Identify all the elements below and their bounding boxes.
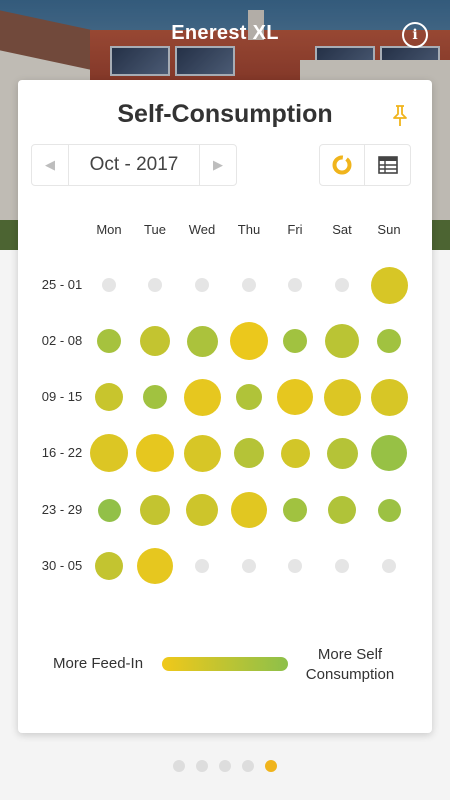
day-consumption-dot[interactable] [325,324,359,358]
day-header-tue: Tue [144,222,166,237]
table-view-button[interactable] [365,145,410,185]
day-header-wed: Wed [188,222,216,237]
page-dot[interactable] [265,760,277,772]
empty-day-dot [288,278,302,292]
chevron-right-icon: ▶ [213,157,223,172]
day-consumption-dot[interactable] [183,434,221,472]
page-dot[interactable] [173,760,185,772]
day-consumption-dot[interactable] [97,498,121,522]
day-consumption-dot[interactable] [277,379,313,415]
table-icon [377,156,398,174]
period-navigator: ◀ Oct - 2017 ▶ [31,144,237,186]
legend-self-consumption-line1: More Self [317,646,383,663]
day-header-mon: Mon [96,222,122,237]
day-consumption-dot[interactable] [140,326,170,356]
day-consumption-dot[interactable] [186,325,218,357]
page-indicator [0,760,450,772]
week-label: 02 - 08 [41,333,83,348]
legend-feed-in-label: More Feed-In [53,655,144,672]
day-consumption-dot[interactable] [97,329,121,353]
day-consumption-dot[interactable] [230,322,268,360]
empty-day-dot [195,278,209,292]
self-consumption-card: Self-Consumption ◀ Oct - 2017 ▶ Mon Tue We… [18,80,432,733]
empty-day-dot [382,559,396,573]
empty-day-dot [335,559,349,573]
day-consumption-dot[interactable] [137,548,173,584]
page-dot[interactable] [219,760,231,772]
day-consumption-dot[interactable] [236,384,262,410]
day-consumption-dot[interactable] [183,378,221,416]
week-label: 30 - 05 [41,558,83,573]
week-label: 25 - 01 [41,277,83,292]
legend-self-consumption-label: More Self Consumption [296,645,404,685]
day-consumption-dot[interactable] [328,496,356,524]
empty-day-dot [242,559,256,573]
day-consumption-dot[interactable] [370,266,408,304]
day-consumption-dot[interactable] [140,495,170,525]
info-button[interactable]: i [402,22,428,48]
empty-day-dot [288,559,302,573]
day-header-sat: Sat [332,222,352,237]
week-label: 16 - 22 [41,445,83,460]
day-consumption-dot[interactable] [283,329,307,353]
donut-view-button[interactable] [320,145,365,185]
legend-self-consumption-line2: Consumption [305,666,395,683]
pin-icon[interactable] [390,104,410,128]
day-header-thu: Thu [237,222,261,237]
empty-day-dot [335,278,349,292]
day-header-fri: Fri [287,222,303,237]
view-toggle [319,144,411,186]
empty-day-dot [195,559,209,573]
week-label: 23 - 29 [41,502,83,517]
week-label: 09 - 15 [41,389,83,404]
day-consumption-dot[interactable] [186,494,218,526]
info-icon: i [412,27,418,43]
day-consumption-dot[interactable] [231,492,267,528]
legend-gradient-bar [162,657,288,671]
page-dot[interactable] [242,760,254,772]
day-consumption-dot[interactable] [136,434,174,472]
day-consumption-dot[interactable] [377,329,401,353]
day-consumption-dot[interactable] [326,437,358,469]
previous-month-button[interactable]: ◀ [32,145,69,185]
day-consumption-dot[interactable] [370,378,408,416]
day-consumption-dot[interactable] [234,438,264,468]
day-consumption-dot[interactable] [377,498,401,522]
day-consumption-dot[interactable] [323,378,361,416]
empty-day-dot [242,278,256,292]
day-consumption-dot[interactable] [95,552,123,580]
day-consumption-dot[interactable] [371,435,407,471]
card-title: Self-Consumption [117,100,333,128]
page-dot[interactable] [196,760,208,772]
chevron-left-icon: ◀ [45,157,55,172]
day-header-sun: Sun [377,222,401,237]
day-consumption-dot[interactable] [283,498,307,522]
app-title: Enerest XL [171,22,279,44]
next-month-button[interactable]: ▶ [199,145,236,185]
day-consumption-dot[interactable] [143,385,167,409]
empty-day-dot [102,278,116,292]
period-label: Oct - 2017 [89,154,179,175]
donut-chart-icon [332,155,352,175]
day-consumption-dot[interactable] [280,438,310,468]
day-consumption-dot[interactable] [90,434,128,472]
empty-day-dot [148,278,162,292]
day-consumption-dot[interactable] [95,383,123,411]
